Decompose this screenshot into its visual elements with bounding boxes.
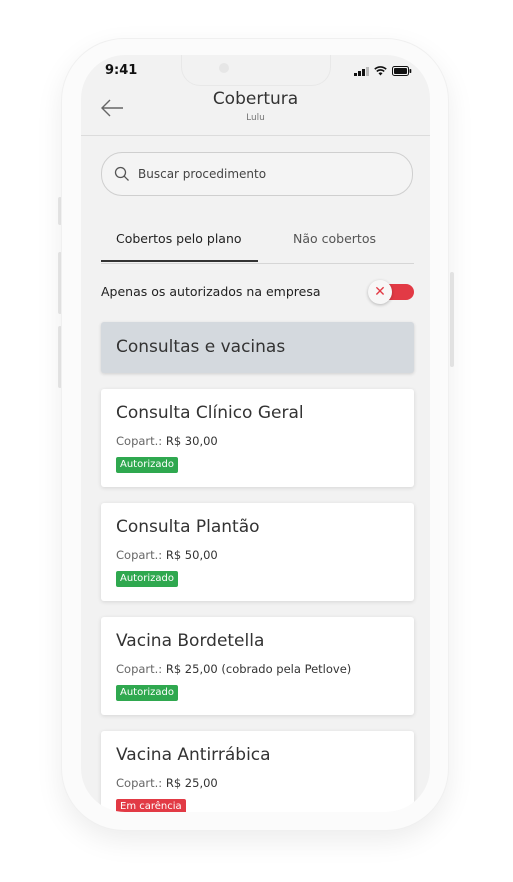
procedure-name: Vacina Antirrábica [116,745,271,765]
copart-info: Copart.: R$ 50,00 [116,548,218,562]
procedure-card[interactable]: Consulta Plantão Copart.: R$ 50,00 Autor… [101,503,414,601]
power-button [450,272,454,367]
notch [182,55,330,85]
header: Cobertura Lulu [81,85,430,136]
status-badge: Autorizado [116,571,178,587]
copart-label: Copart.: [116,548,163,562]
copart-label: Copart.: [116,434,163,448]
section-header[interactable]: Consultas e vacinas [101,322,414,373]
procedure-card[interactable]: Vacina Bordetella Copart.: R$ 25,00 (cob… [101,617,414,715]
copart-value: R$ 25,00 [165,776,218,790]
copart-label: Copart.: [116,776,163,790]
procedure-name: Consulta Plantão [116,517,260,537]
tab-bar: Cobertos pelo plano Não cobertos [101,223,414,264]
tab-cobertos[interactable]: Cobertos pelo plano [116,231,242,246]
page-title: Cobertura [212,89,299,109]
copart-value: R$ 30,00 [165,434,218,448]
copart-value: R$ 25,00 (cobrado pela Petlove) [165,662,352,676]
procedure-card[interactable]: Vacina Antirrábica Copart.: R$ 25,00 Em … [101,731,414,812]
authorized-only-toggle[interactable]: ✕ [368,280,414,304]
filter-label: Apenas os autorizados na empresa [101,284,321,299]
copart-label: Copart.: [116,662,163,676]
copart-info: Copart.: R$ 25,00 (cobrado pela Petlove) [116,662,351,676]
search-icon [114,166,129,181]
page-subtitle: Lulu [246,113,265,123]
section-title: Consultas e vacinas [116,337,286,357]
copart-info: Copart.: R$ 25,00 [116,776,218,790]
phone-screen: 9:41 Cobertura Lulu Buscar procedimento … [81,55,430,812]
search-input[interactable] [136,166,390,182]
signal-icon [354,66,369,76]
procedure-name: Consulta Clínico Geral [116,403,304,423]
tab-nao-cobertos[interactable]: Não cobertos [293,231,376,246]
status-icons [354,66,412,76]
status-badge: Autorizado [116,457,178,473]
procedure-name: Vacina Bordetella [116,631,265,651]
camera-dot [219,63,229,73]
copart-info: Copart.: R$ 30,00 [116,434,218,448]
wifi-icon [374,66,387,76]
tab-active-indicator [101,260,258,262]
status-time: 9:41 [105,63,138,78]
search-bar[interactable] [101,152,413,196]
procedure-card[interactable]: Consulta Clínico Geral Copart.: R$ 30,00… [101,389,414,487]
battery-icon [392,66,412,76]
close-icon: ✕ [368,280,392,304]
status-badge: Em carência [116,799,186,812]
copart-value: R$ 50,00 [165,548,218,562]
status-badge: Autorizado [116,685,178,701]
